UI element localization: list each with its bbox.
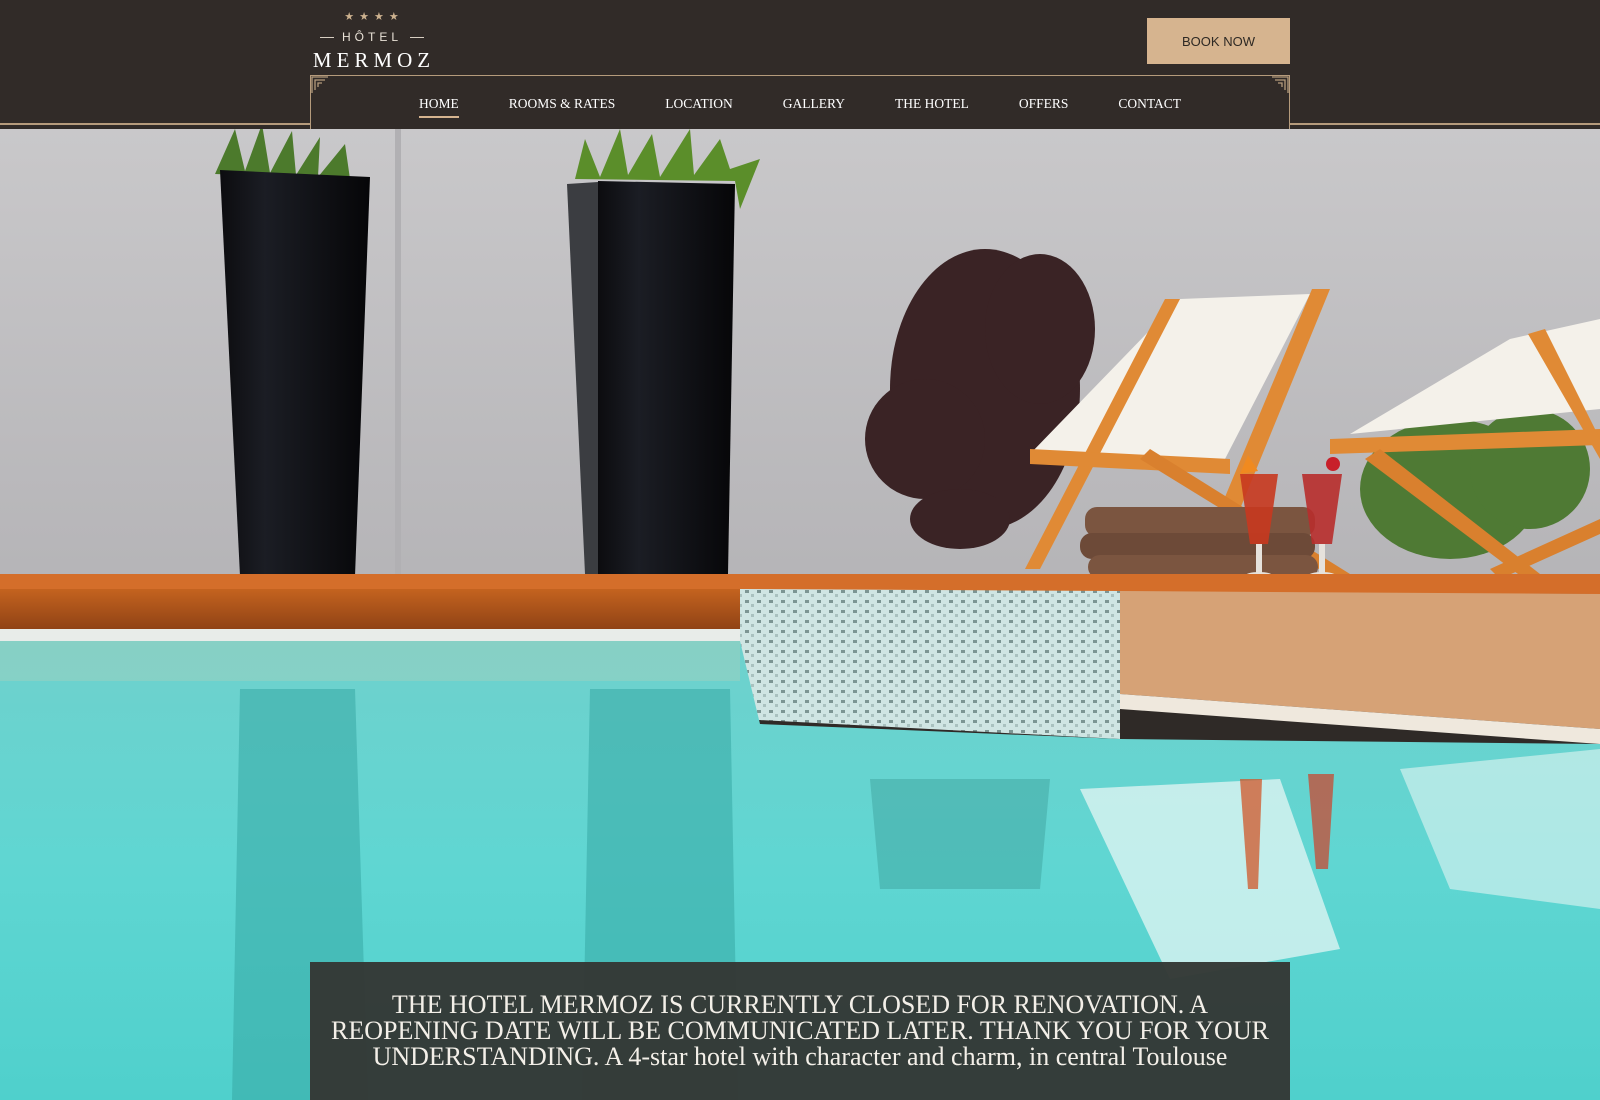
- nav-item-rooms-rates[interactable]: ROOMS & RATES: [509, 96, 616, 112]
- nav-item-the-hotel[interactable]: THE HOTEL: [895, 96, 969, 112]
- hotel-logo[interactable]: ★★★★ HÔTEL MERMOZ: [308, 10, 436, 72]
- logo-hotel-line: HÔTEL: [308, 30, 436, 44]
- logo-dash-right: [410, 36, 424, 38]
- nav-item-home[interactable]: HOME: [418, 96, 459, 118]
- hero-image: [0, 129, 1600, 1100]
- renovation-notice-text: THE HOTEL MERMOZ IS CURRENTLY CLOSED FOR…: [331, 990, 1269, 1071]
- renovation-notice-banner: THE HOTEL MERMOZ IS CURRENTLY CLOSED FOR…: [310, 962, 1290, 1100]
- shrub-reflection: [870, 779, 1050, 889]
- nav-item-offers[interactable]: OFFERS: [1019, 96, 1069, 112]
- book-now-button[interactable]: BOOK NOW: [1147, 18, 1290, 64]
- main-nav: HOME ROOMS & RATES LOCATION GALLERY THE …: [311, 76, 1289, 130]
- nav-item-gallery[interactable]: GALLERY: [783, 96, 845, 112]
- wall-seam: [395, 129, 401, 579]
- nav-item-contact[interactable]: CONTACT: [1118, 96, 1181, 112]
- logo-stars: ★★★★: [344, 10, 404, 23]
- coping-reflection: [0, 641, 740, 681]
- wooden-pool-coping: [0, 589, 740, 634]
- black-planter-right: [598, 181, 735, 574]
- folded-towels: [1080, 507, 1318, 579]
- mosaic-pool-wall: [740, 589, 1120, 739]
- pool-cover-rail: [0, 629, 740, 641]
- logo-hotel-word: HÔTEL: [341, 30, 402, 44]
- main-nav-container: HOME ROOMS & RATES LOCATION GALLERY THE …: [310, 75, 1290, 129]
- site-header: ★★★★ HÔTEL MERMOZ BOOK NOW HOME ROOMS & …: [0, 0, 1600, 129]
- logo-dash-left: [319, 36, 334, 38]
- hero-pool-scene: [0, 129, 1600, 1100]
- black-planter-left: [220, 170, 370, 576]
- nav-item-location[interactable]: LOCATION: [665, 96, 733, 112]
- logo-hotel-name: MERMOZ: [312, 48, 436, 72]
